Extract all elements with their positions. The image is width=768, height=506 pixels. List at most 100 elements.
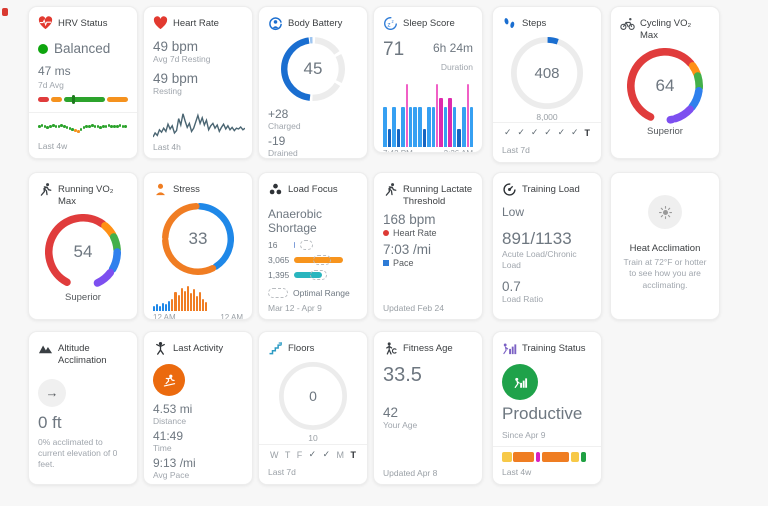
pace-bullet [383, 259, 389, 266]
training-load-value-label: Acute Load/Chronic Load [502, 249, 577, 271]
stress-axis-right: 12 AM [220, 313, 243, 320]
stairs-icon [268, 341, 283, 356]
body-battery-value: 45 [303, 59, 323, 78]
sleep-bar-chart [383, 81, 474, 147]
productive-status-badge [502, 364, 538, 400]
card-title: Altitude Acclimation [58, 343, 107, 366]
card-altitude-acclimation[interactable]: Altitude Acclimation → 0 ft 0% acclimate… [28, 331, 138, 485]
load-focus-rows: 16 3,065 1,395 [268, 240, 358, 280]
hrv-7d-avg-value: 47 ms [38, 64, 71, 78]
cycling-vo2-value: 64 [655, 75, 675, 95]
card-title: Heart Rate [173, 18, 219, 29]
card-title: Fitness Age [403, 343, 453, 354]
cycling-vo2-rating: Superior [647, 125, 683, 137]
runner-icon [383, 182, 398, 197]
activity-pace-label: Avg Pace [153, 470, 190, 481]
your-age-value: 42 [383, 405, 399, 420]
hr-avg-value: 49 bpm [153, 39, 199, 54]
card-title: Stress [173, 184, 200, 195]
stress-axis-left: 12 AM [153, 313, 176, 320]
cutoff-icon-fragment [2, 8, 8, 16]
card-cycling-vo2max[interactable]: Cycling VO₂ Max 64 Superior [610, 6, 720, 159]
cycling-vo2-gauge: 64 [627, 47, 703, 124]
stress-bar-chart [153, 281, 208, 311]
lactate-hr-label: Heart Rate [393, 227, 437, 238]
status-runner-bars-icon [513, 375, 528, 390]
card-title: Training Status [522, 343, 586, 354]
hrv-status-value: Balanced [54, 41, 111, 56]
hr-avg-label: Avg 7d Resting [153, 54, 211, 64]
heat-title: Heat Acclimation [629, 243, 701, 254]
card-sleep-score[interactable]: zz Sleep Score 71 6h 24m Duration 7:42 PM… [373, 6, 483, 153]
card-training-status[interactable]: Training Status Productive Since Apr 9 L… [492, 331, 602, 485]
card-body-battery[interactable]: Body Battery 45 +28 Charged -19 Drained [258, 6, 368, 159]
floors-goal: 10 [308, 433, 318, 443]
floors-footer-label: Last 7d [268, 467, 296, 477]
activity-distance-label: Distance [153, 416, 187, 426]
your-age-label: Your Age [383, 420, 418, 430]
hrv-heart-icon [38, 16, 53, 31]
steps-footer: ✓ ✓ ✓ ✓ ✓ ✓ T Last 7d [493, 122, 601, 162]
card-hrv-status[interactable]: HRV Status Balanced 47 ms 7d Avg Last 4w [28, 6, 138, 159]
running-vo2-gauge: 54 [45, 213, 121, 290]
card-title: Sleep Score [403, 18, 455, 29]
load-ratio-value: 0.7 [502, 279, 521, 295]
hr-resting-value: 49 bpm [153, 71, 199, 87]
card-title: Body Battery [288, 18, 343, 29]
load-focus-icon [268, 182, 283, 197]
training-status-footer-label: Last 4w [502, 467, 532, 477]
hrv-trend-chart [38, 120, 128, 136]
lactate-hr-value: 168 bpm [383, 211, 436, 227]
hr-line-chart [153, 105, 243, 145]
sleep-icon: zz [383, 16, 398, 31]
card-title: Floors [288, 343, 315, 354]
training-load-value: 891/1133 [502, 229, 572, 248]
activity-distance-value: 4.53 mi [153, 402, 193, 416]
load-focus-headline: Anaerobic Shortage [268, 207, 323, 235]
card-running-lactate-threshold[interactable]: Running Lactate Threshold 168 bpm Heart … [373, 172, 483, 320]
sleep-score-value: 71 [383, 39, 405, 60]
fitness-age-updated-label: Updated Apr 8 [383, 468, 438, 478]
card-heat-acclimation[interactable]: Heat Acclimation Train at 72°F or hotter… [610, 172, 720, 320]
training-status-history-bar [502, 452, 592, 462]
body-battery-icon [268, 16, 283, 31]
floors-ring: 0 [279, 362, 347, 430]
steps-goal: 8,000 [536, 112, 558, 122]
hr-footer-label: Last 4h [153, 142, 181, 152]
card-running-vo2max[interactable]: Running VO₂ Max 54 Superior [28, 172, 138, 320]
card-last-activity[interactable]: Last Activity 4.53 mi Distance 41:49 Tim… [143, 331, 253, 485]
training-load-status: Low [502, 205, 525, 219]
card-fitness-age[interactable]: Fitness Age 33.5 42 Your Age Updated Apr… [373, 331, 483, 485]
training-load-icon [502, 182, 517, 197]
footprints-icon [502, 16, 517, 31]
lactate-pace-value: 7:03 /mi [383, 241, 432, 257]
card-training-load[interactable]: Training Load Low 891/1133 Acute Load/Ch… [492, 172, 602, 320]
card-steps[interactable]: Steps 408 8,000 ✓ ✓ ✓ ✓ ✓ ✓ T Last 7d [492, 6, 602, 163]
card-stress[interactable]: Stress 33 12 AM 12 AM [143, 172, 253, 320]
activity-pace-value: 9:13 /mi [153, 456, 196, 471]
card-floors[interactable]: Floors 0 10 W T F ✓ ✓ M T Last 7d [258, 331, 368, 485]
heart-rate-bullet [383, 229, 389, 236]
arrow-right-icon: → [45, 385, 59, 401]
card-title: Training Load [522, 184, 580, 195]
stress-ring: 33 [162, 203, 234, 275]
card-title: Cycling VO₂ Max [640, 18, 692, 41]
card-load-focus[interactable]: Load Focus Anaerobic Shortage 16 3,065 1,3… [258, 172, 368, 320]
optimal-range-pill [268, 288, 288, 298]
training-status-footer: Last 4w [493, 446, 601, 484]
sleep-duration-label: Duration [440, 62, 473, 72]
runner-icon [38, 182, 53, 197]
sleep-duration-value: 6h 24m [432, 41, 473, 55]
charged-label: Charged [268, 121, 301, 131]
activity-time-value: 41:49 [153, 429, 184, 444]
floors-value: 0 [309, 388, 317, 404]
drained-label: Drained [268, 148, 298, 159]
hrv-footer: Last 4w [29, 112, 137, 158]
card-title: HRV Status [58, 18, 108, 29]
activity-person-icon [153, 341, 168, 356]
charged-value: +28 [268, 107, 289, 121]
steps-footer-label: Last 7d [502, 145, 530, 155]
card-heart-rate[interactable]: Heart Rate 49 bpm Avg 7d Resting 49 bpm … [143, 6, 253, 159]
heat-text: Train at 72°F or hotter to see how you a… [623, 257, 707, 290]
altitude-text: 0% acclimated to current elevation of 0 … [38, 436, 118, 469]
